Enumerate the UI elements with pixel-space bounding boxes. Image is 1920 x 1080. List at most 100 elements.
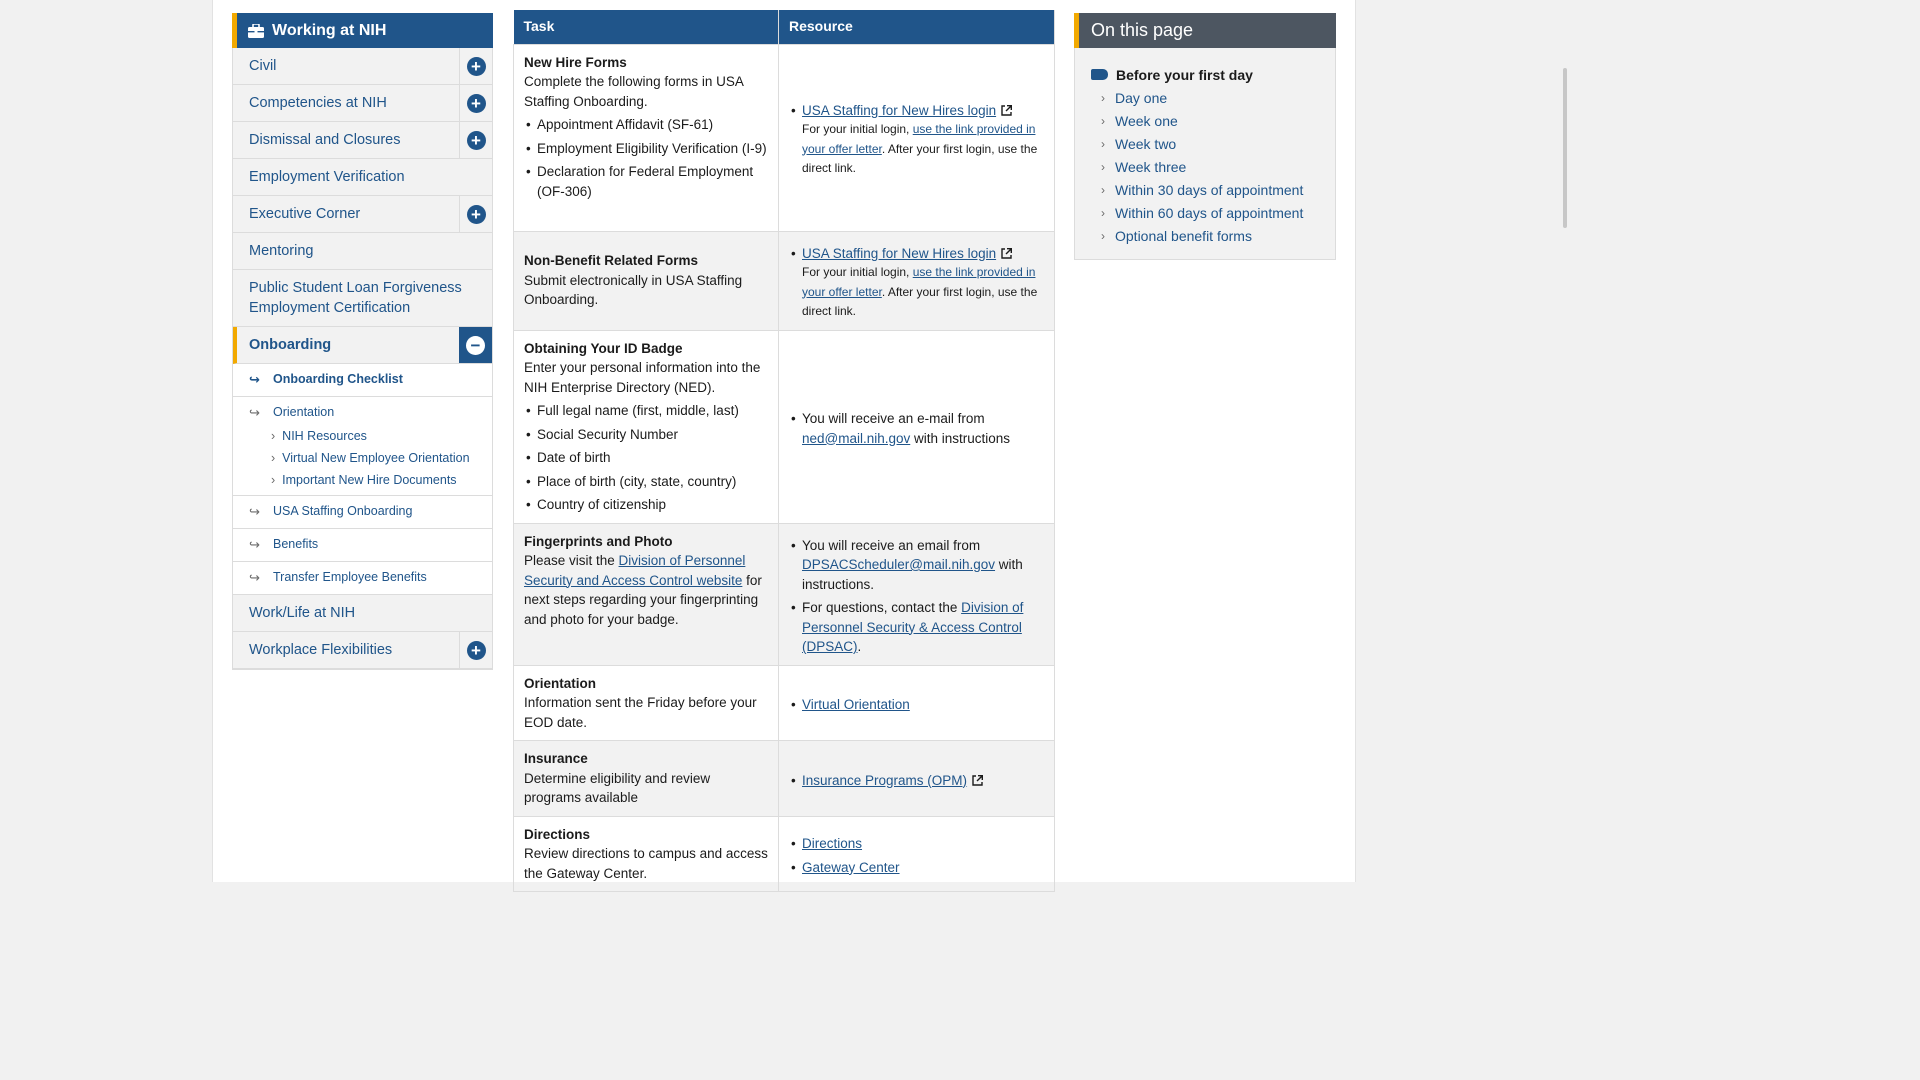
sidebar-item-civil[interactable]: Civil + <box>233 48 492 85</box>
toc-item[interactable]: › Week three <box>1091 155 1321 178</box>
submenu-item-label[interactable]: Virtual New Employee Orientation <box>282 451 469 465</box>
toc-item[interactable]: › Week two <box>1091 132 1321 155</box>
sidebar-item-pslf[interactable]: Public Student Loan Forgiveness Employme… <box>233 270 492 327</box>
sidebar-item-label[interactable]: Work/Life at NIH <box>233 595 492 631</box>
gateway-center-link[interactable]: Gateway Center <box>802 860 900 875</box>
usa-staffing-login-link[interactable]: USA Staffing for New Hires login <box>802 103 996 118</box>
briefcase-icon <box>248 22 264 38</box>
submenu-item-new-hire-documents[interactable]: › Important New Hire Documents <box>233 469 492 491</box>
plus-icon: + <box>466 93 486 113</box>
external-link-icon <box>972 772 984 786</box>
minus-icon: − <box>466 335 485 355</box>
table-row: Obtaining Your ID Badge Enter your perso… <box>513 329 1055 524</box>
toc-item[interactable]: › Week one <box>1091 109 1321 132</box>
toc-item-label[interactable]: Within 30 days of appointment <box>1115 182 1303 198</box>
submenu-item-label[interactable]: Orientation <box>273 405 334 421</box>
resource-text: with instructions <box>910 430 1011 446</box>
task-cell: Obtaining Your ID Badge Enter your perso… <box>513 329 779 524</box>
submenu-item-label[interactable]: Onboarding Checklist <box>273 372 403 388</box>
resource-text: For questions, contact the <box>802 600 962 615</box>
submenu-item-transfer-benefits[interactable]: ↪ Transfer Employee Benefits <box>233 562 492 595</box>
submenu-item-label[interactable]: USA Staffing Onboarding <box>273 504 412 520</box>
expand-toggle[interactable]: + <box>459 122 492 158</box>
submenu-item-label[interactable]: Benefits <box>273 537 318 553</box>
chevron-right-icon: › <box>1101 90 1105 105</box>
expand-toggle[interactable]: + <box>459 48 492 84</box>
table-row: Insurance Determine eligibility and revi… <box>513 740 1055 817</box>
toc-item-label: Before your first day <box>1116 66 1253 83</box>
scrollbar-thumb[interactable] <box>1563 68 1567 228</box>
sidebar-item-workplace-flexibilities[interactable]: Workplace Flexibilities + <box>233 632 492 669</box>
submenu-item-onboarding-checklist[interactable]: ↪ Onboarding Checklist <box>233 364 492 397</box>
sidebar-item-mentoring[interactable]: Mentoring <box>233 233 492 270</box>
chevron-right-icon: › <box>1101 228 1105 243</box>
table-row: Directions Review directions to campus a… <box>513 815 1055 892</box>
submenu-item-virtual-orientation[interactable]: › Virtual New Employee Orientation <box>233 447 492 469</box>
dpsac-email-link[interactable]: DPSACScheduler@mail.nih.gov <box>802 557 995 572</box>
expand-toggle[interactable]: + <box>459 196 492 232</box>
toc-item[interactable]: › Within 30 days of appointment <box>1091 178 1321 201</box>
chevron-right-icon: › <box>271 473 276 487</box>
sidebar-item-label[interactable]: Dismissal and Closures <box>233 122 459 158</box>
task-title: Fingerprints and Photo <box>524 533 673 549</box>
plus-icon: + <box>466 130 486 150</box>
table-row: Non-Benefit Related Forms Submit electro… <box>513 230 1055 331</box>
sidebar-item-label[interactable]: Executive Corner <box>233 196 459 232</box>
virtual-orientation-link[interactable]: Virtual Orientation <box>802 697 910 712</box>
page-scrollbar[interactable] <box>1560 0 1568 882</box>
submenu-item-label[interactable]: Transfer Employee Benefits <box>273 570 427 586</box>
toc-item[interactable]: › Day one <box>1091 86 1321 109</box>
resource-cell: Directions Gateway Center <box>778 815 1055 892</box>
sidebar-item-dismissal[interactable]: Dismissal and Closures + <box>233 122 492 159</box>
submenu-item-label[interactable]: NIH Resources <box>282 429 367 443</box>
insurance-programs-link[interactable]: Insurance Programs (OPM) <box>802 773 967 788</box>
submenu-item-nih-resources[interactable]: › NIH Resources <box>233 425 492 447</box>
toc-item[interactable]: › Optional benefit forms <box>1091 224 1321 247</box>
toc-item-current[interactable]: Before your first day <box>1091 63 1321 86</box>
task-title: Directions <box>524 826 591 842</box>
list-item: For questions, contact the Division of P… <box>789 598 1044 657</box>
task-cell: Non-Benefit Related Forms Submit electro… <box>513 230 779 331</box>
list-item: Country of citizenship <box>524 495 768 515</box>
expand-toggle[interactable]: + <box>459 632 492 668</box>
sidebar-header[interactable]: Working at NIH <box>232 13 493 48</box>
chevron-right-icon: › <box>271 451 276 465</box>
toc-item-label[interactable]: Within 60 days of appointment <box>1115 205 1303 221</box>
sidebar-item-competencies[interactable]: Competencies at NIH + <box>233 85 492 122</box>
sidebar-item-work-life[interactable]: Work/Life at NIH <box>233 595 492 632</box>
list-item: You will receive an email from DPSACSche… <box>789 536 1044 595</box>
toc-item[interactable]: › Within 60 days of appointment <box>1091 201 1321 224</box>
sidebar-item-employment-verification[interactable]: Employment Verification <box>233 159 492 196</box>
task-cell: Fingerprints and Photo Please visit the … <box>513 522 779 666</box>
submenu-item-label[interactable]: Important New Hire Documents <box>282 473 456 487</box>
sidebar-item-label[interactable]: Competencies at NIH <box>233 85 459 121</box>
toc-item-label[interactable]: Week one <box>1115 113 1178 129</box>
sidebar-item-label[interactable]: Onboarding <box>237 327 459 363</box>
submenu-item-usa-staffing[interactable]: ↪ USA Staffing Onboarding <box>233 496 492 529</box>
sidebar-item-executive-corner[interactable]: Executive Corner + <box>233 196 492 233</box>
list-item: Full legal name (first, middle, last) <box>524 401 768 421</box>
submenu-item-benefits[interactable]: ↪ Benefits <box>233 529 492 562</box>
sidebar-item-label[interactable]: Mentoring <box>233 233 492 269</box>
toc-item-label[interactable]: Week two <box>1115 136 1176 152</box>
expand-toggle[interactable]: + <box>459 85 492 121</box>
usa-staffing-login-link[interactable]: USA Staffing for New Hires login <box>802 246 996 261</box>
toc-item-label[interactable]: Day one <box>1115 90 1167 106</box>
ned-email-link[interactable]: ned@mail.nih.gov <box>802 431 910 446</box>
toc-item-label[interactable]: Week three <box>1115 159 1186 175</box>
sidebar-item-label[interactable]: Workplace Flexibilities <box>233 632 459 668</box>
chevron-right-icon: › <box>1101 205 1105 220</box>
task-cell: Orientation Information sent the Friday … <box>513 664 779 741</box>
toc-item-label[interactable]: Optional benefit forms <box>1115 228 1252 244</box>
chevron-right-icon: › <box>1101 136 1105 151</box>
sidebar-item-label[interactable]: Civil <box>233 48 459 84</box>
sidebar-item-onboarding[interactable]: Onboarding − <box>233 327 492 364</box>
resource-text: You will receive an email from <box>802 537 981 553</box>
sidebar-item-label[interactable]: Public Student Loan Forgiveness Employme… <box>233 270 492 326</box>
resource-cell: USA Staffing for New Hires login For you… <box>778 43 1055 232</box>
submenu-item-orientation[interactable]: ↪ Orientation <box>233 397 492 425</box>
sidebar-item-label[interactable]: Employment Verification <box>233 159 492 195</box>
collapse-toggle[interactable]: − <box>459 327 492 363</box>
directions-link[interactable]: Directions <box>802 836 862 851</box>
task-description: Please visit the <box>524 553 619 568</box>
